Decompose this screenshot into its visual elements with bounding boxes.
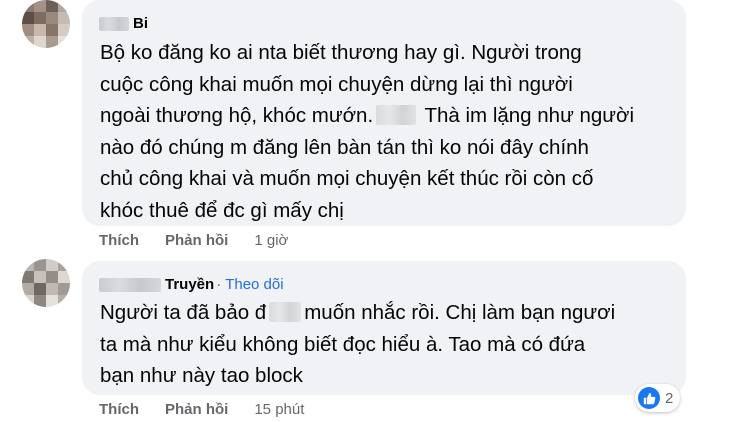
reply-button[interactable]: Phản hồi: [165, 232, 228, 249]
comment-time[interactable]: 15 phút: [254, 401, 304, 418]
author-name: Truyền: [165, 276, 215, 293]
comment-actions: Thích Phản hồi 1 giờ: [99, 232, 288, 249]
comment-text-part: Người ta đã bảo đ: [100, 301, 267, 324]
reaction-count: 2: [665, 389, 674, 407]
comment-author[interactable]: Bi: [99, 15, 148, 32]
blurred-name: [99, 277, 161, 292]
blurred-name: [99, 16, 129, 31]
avatar[interactable]: [22, 259, 70, 307]
comment-text: Người ta đã bảo đ muốn nhắc rồi. Chị làm …: [100, 297, 685, 392]
comment-author[interactable]: Truyền · Theo dõi: [99, 276, 284, 293]
avatar[interactable]: [22, 0, 70, 48]
author-name: Bi: [133, 15, 148, 32]
comment-actions: Thích Phản hồi 15 phút: [99, 401, 304, 418]
reaction-count-badge[interactable]: 2: [635, 384, 681, 412]
thumbs-up-icon: [638, 387, 660, 409]
blurred-text: [376, 105, 417, 125]
comment-time[interactable]: 1 giờ: [254, 232, 288, 249]
reply-button[interactable]: Phản hồi: [165, 401, 228, 418]
like-button[interactable]: Thích: [99, 232, 139, 249]
follow-separator: ·: [216, 276, 222, 293]
blurred-text: [269, 302, 302, 322]
like-button[interactable]: Thích: [99, 401, 139, 418]
follow-link[interactable]: Theo dõi: [225, 276, 283, 293]
comment-text: Bộ ko đăng ko ai nta biết thương hay gì.…: [100, 37, 685, 226]
